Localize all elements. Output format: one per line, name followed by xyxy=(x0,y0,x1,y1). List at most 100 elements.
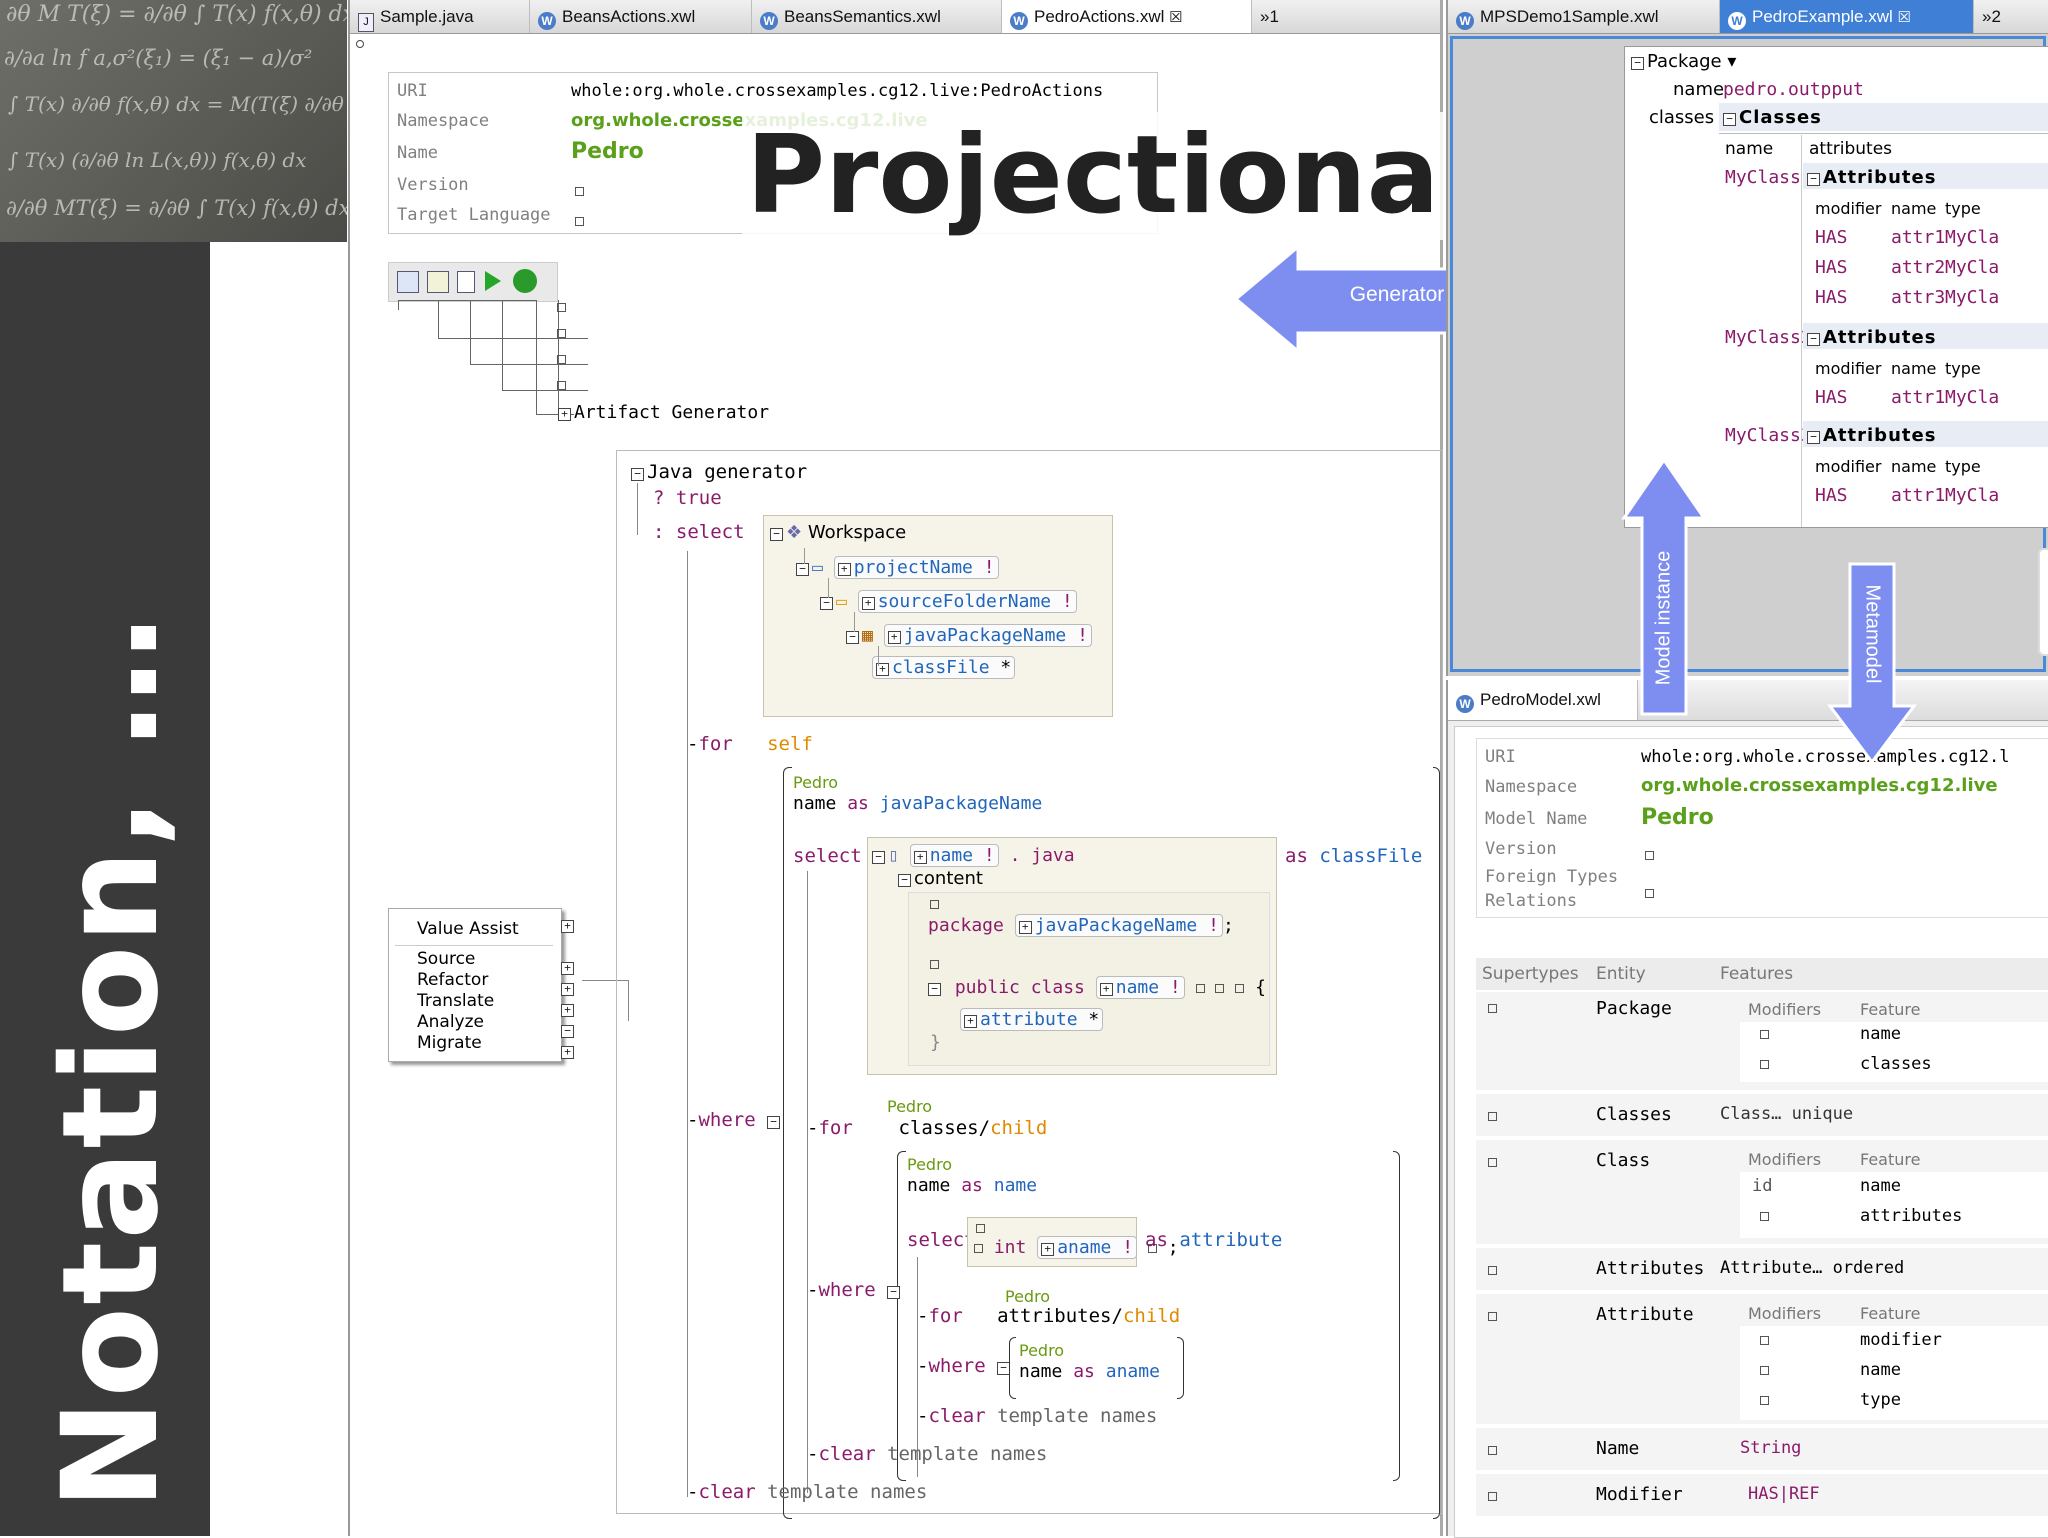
whole-file-icon: W xyxy=(1728,12,1746,30)
target-language-placeholder[interactable] xyxy=(575,211,584,231)
class-name-1[interactable]: MyClass xyxy=(1725,167,1801,188)
tab-pedro-model[interactable]: W PedroModel.xwl xyxy=(1448,680,1638,720)
dropdown-icon[interactable]: ▾ xyxy=(1727,51,1736,72)
right-top-tabbar: W MPSDemo1Sample.xwl W PedroExample.xwl ☒ … xyxy=(1448,0,2048,34)
collapse-icon[interactable]: − xyxy=(561,1025,574,1038)
uri-value[interactable]: whole:org.whole.crossexamples.cg12.live:… xyxy=(571,81,1103,101)
whole-file-icon: W xyxy=(1010,12,1028,30)
attributes-node-2[interactable]: − Attributes xyxy=(1807,327,1936,348)
attribute-slot[interactable]: + attribute * xyxy=(960,1008,1104,1031)
name-value[interactable]: Pedro xyxy=(571,139,644,164)
generator-slot-3[interactable] xyxy=(557,355,566,364)
collapse-icon[interactable]: − xyxy=(631,468,644,481)
entity-table: Supertypes Entity Features Package Modif… xyxy=(1476,958,2048,1536)
package-declaration: package + javaPackageName !; xyxy=(928,914,1234,937)
project-node[interactable]: − ▭ + projectName ! xyxy=(796,556,999,579)
tab-beans-semantics[interactable]: W BeansSemantics.xwl xyxy=(752,0,1002,33)
attributes-node-3[interactable]: − Attributes xyxy=(1807,425,1936,446)
math-formula-4: ∫ T(x) (∂/∂θ ln L(x,θ)) f(x,θ) dx xyxy=(8,148,307,172)
entity-modifier[interactable]: Modifier xyxy=(1596,1484,1683,1505)
generator-slot-2[interactable] xyxy=(557,329,566,338)
menu-item-value-assist[interactable]: Value Assist xyxy=(417,919,519,939)
edit-icon[interactable] xyxy=(427,271,449,293)
math-formula-image: ∂θ M T(ξ) = ∂/∂θ ∫ T(x) f(x,θ) dx ∂/∂a l… xyxy=(0,0,347,242)
inner-select-keyword[interactable]: select xyxy=(907,1229,976,1251)
entity-attributes[interactable]: Attributes xyxy=(1596,1258,1704,1279)
attributes-node-1[interactable]: − Attributes xyxy=(1807,167,1936,188)
tab-pedro-actions[interactable]: W PedroActions.xwl ☒ xyxy=(1002,0,1252,33)
inner-where-line: -where − xyxy=(807,1279,903,1301)
model-namespace-value[interactable]: org.whole.crossexamples.cg12.live xyxy=(1641,775,1998,796)
whole-file-icon: W xyxy=(538,12,556,30)
menu-item-refactor[interactable]: Refactor xyxy=(417,970,488,990)
expand-icon[interactable]: + xyxy=(561,983,574,996)
for-classes-line: -for classes/child xyxy=(807,1117,1048,1139)
run-icon[interactable] xyxy=(485,271,501,291)
workspace-node[interactable]: − ❖ Workspace xyxy=(770,522,906,543)
content-node[interactable]: − content xyxy=(898,868,983,889)
run-all-icon[interactable] xyxy=(513,269,537,293)
name-as-line: name as javaPackageName xyxy=(793,793,1043,814)
class-name-2[interactable]: MyClass2 xyxy=(1725,327,1812,348)
entity-classes[interactable]: Classes xyxy=(1596,1104,1672,1125)
close-tab-icon[interactable]: ☒ xyxy=(1169,9,1182,26)
generator-slot-4[interactable] xyxy=(557,381,566,390)
generator-slot-1[interactable] xyxy=(557,303,566,312)
menu-item-migrate[interactable]: Migrate xyxy=(417,1033,482,1053)
right-bottom-tabbar: W PedroModel.xwl xyxy=(1448,680,2048,721)
for-attributes-line: -for attributes/child xyxy=(917,1305,1181,1327)
entity-name[interactable]: Name xyxy=(1596,1438,1639,1459)
generator-toolbar xyxy=(388,262,558,302)
source-folder-node[interactable]: − ▭ + sourceFolderName ! xyxy=(820,590,1077,613)
tab-pedro-example[interactable]: W PedroExample.xwl ☒ xyxy=(1720,0,1974,33)
menu-item-translate[interactable]: Translate xyxy=(417,991,494,1011)
document-icon[interactable] xyxy=(457,271,475,293)
artifact-generator-node[interactable]: + Artifact Generator xyxy=(558,402,769,423)
math-formula-1: ∂θ M T(ξ) = ∂/∂θ ∫ T(x) f(x,θ) dx xyxy=(6,2,347,27)
expand-icon[interactable]: + xyxy=(561,1046,574,1059)
tab-overflow[interactable]: »2 xyxy=(1974,0,2048,33)
classes-node[interactable]: − Classes xyxy=(1723,107,1822,128)
where-aname-line: -where − xyxy=(917,1355,1013,1377)
name-as-name-line: name as name xyxy=(907,1175,1038,1196)
entity-attribute[interactable]: Attribute xyxy=(1596,1304,1694,1325)
java-generator-node[interactable]: − Java generator xyxy=(631,461,807,483)
file-name-line[interactable]: − ▯ + name ! . java xyxy=(872,844,1075,867)
tab-overflow[interactable]: »1 xyxy=(1252,0,1312,33)
context-menu: Value Assist Source Refactor Translate A… xyxy=(388,908,562,1062)
clear-template-names-inner: -clear template names xyxy=(917,1405,1158,1427)
tab-mps-demo[interactable]: W MPSDemo1Sample.xwl xyxy=(1448,0,1720,33)
expand-icon[interactable]: + xyxy=(561,920,574,933)
entity-package[interactable]: Package xyxy=(1596,998,1672,1019)
model-name-value[interactable]: Pedro xyxy=(1641,805,1714,830)
right-top-editor: W MPSDemo1Sample.xwl W PedroExample.xwl ☒ … xyxy=(1446,0,2048,676)
class-file-node[interactable]: + classFile * xyxy=(872,656,1016,679)
validate-icon[interactable] xyxy=(397,271,419,293)
java-file-icon: J xyxy=(358,13,374,32)
expand-icon[interactable]: + xyxy=(558,408,571,421)
left-editor-tabbar: J Sample.java W BeansActions.xwl W BeansSem… xyxy=(350,0,1440,34)
name-as-aname-line: name as aname xyxy=(1019,1361,1160,1382)
package-node[interactable]: − ▦ + javaPackageName ! xyxy=(846,624,1092,647)
package-name-value[interactable]: pedro.outpput xyxy=(1723,79,1864,100)
model-header-box: URI whole:org.whole.crossexamples.cg12.l… xyxy=(1476,738,2048,918)
select-line: : select xyxy=(653,521,745,543)
pedro-type-label: Pedro xyxy=(793,773,839,792)
select-keyword[interactable]: select xyxy=(793,845,862,867)
clear-template-names-mid: -clear template names xyxy=(807,1443,1048,1465)
tab-beans-actions[interactable]: W BeansActions.xwl xyxy=(530,0,752,33)
menu-item-source[interactable]: Source xyxy=(417,949,475,969)
close-tab-icon[interactable]: ☒ xyxy=(1898,9,1911,26)
class-name-3[interactable]: MyClass3 xyxy=(1725,425,1812,446)
menu-item-analyze[interactable]: Analyze xyxy=(417,1012,484,1032)
file-icon: ▯ xyxy=(888,845,899,866)
tab-sample-java[interactable]: J Sample.java xyxy=(350,0,530,33)
entity-class[interactable]: Class xyxy=(1596,1150,1650,1171)
editor-anchor-dot xyxy=(356,40,364,48)
for-self-line: -for self xyxy=(687,733,813,755)
package-node[interactable]: − Package ▾ xyxy=(1631,51,1736,72)
version-placeholder[interactable] xyxy=(575,181,584,201)
expand-icon[interactable]: + xyxy=(561,1004,574,1017)
expand-icon[interactable]: + xyxy=(561,962,574,975)
java-file-box: − ▯ + name ! . java − content package + java… xyxy=(867,837,1277,1075)
